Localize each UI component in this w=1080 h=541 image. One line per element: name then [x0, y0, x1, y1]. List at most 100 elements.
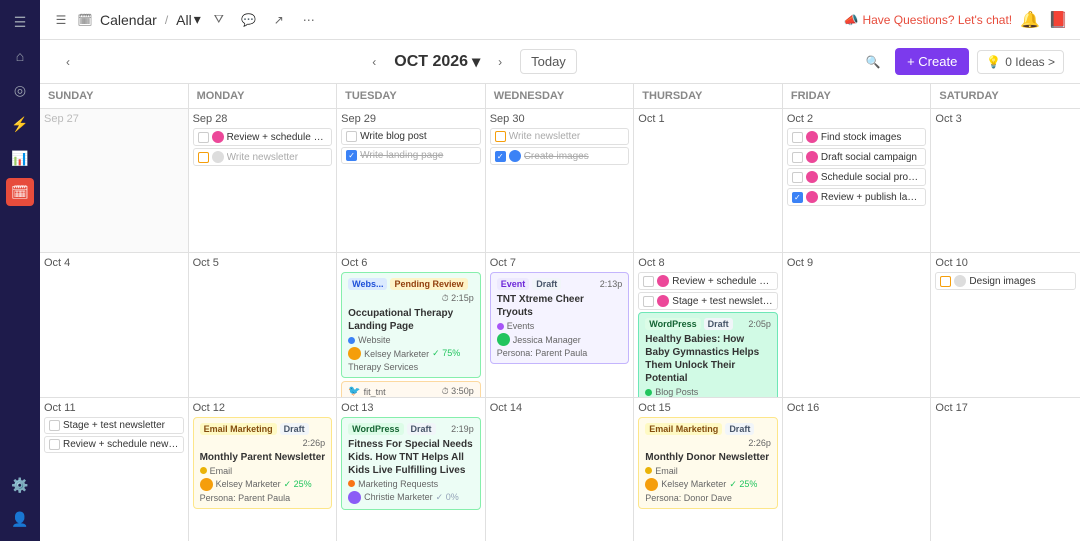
month-label[interactable]: OCT 2026 ▾: [394, 52, 480, 72]
sub-nav-right: 🔍 + Create 💡 0 Ideas >: [859, 48, 1064, 76]
task-create-images-sep30[interactable]: ✓ Create images: [490, 147, 630, 165]
assignee-name: Kelsey Marketer: [364, 349, 429, 359]
checkbox[interactable]: [792, 132, 803, 143]
time-badge: 2:05p: [748, 319, 771, 329]
day-num: Oct 8: [638, 257, 778, 269]
card-occupational-therapy[interactable]: Webs... Pending Review ⏱ 2:15p Occupatio…: [341, 272, 481, 378]
checkbox[interactable]: [198, 152, 209, 163]
card-tnt-cheer[interactable]: Event Draft 2:13p TNT Xtreme Cheer Tryou…: [490, 272, 630, 364]
grid-icon[interactable]: 📕: [1048, 10, 1068, 30]
card-fitness-special-needs[interactable]: WordPress Draft 2:19p Fitness For Specia…: [341, 417, 481, 510]
today-button[interactable]: Today: [520, 49, 577, 74]
day-oct3: Oct 3: [931, 109, 1080, 252]
draft-badge: Draft: [407, 423, 436, 435]
email-mkt-badge: Email Marketing: [200, 423, 277, 435]
card-persona: Persona: Parent Paula: [497, 348, 623, 358]
share-icon[interactable]: ↗: [267, 8, 291, 32]
checkbox[interactable]: [792, 172, 803, 183]
card-monthly-donor-newsletter[interactable]: Email Marketing Draft 2:26p Monthly Dono…: [638, 417, 778, 509]
task-label: Draft social campaign: [821, 152, 922, 163]
ideas-button[interactable]: 💡 0 Ideas >: [977, 50, 1064, 74]
card-title: Healthy Babies: How Baby Gymnastics Help…: [645, 333, 771, 385]
checkbox[interactable]: [49, 439, 60, 450]
task-label: Find stock images: [821, 132, 922, 143]
day-num: Oct 12: [193, 402, 333, 414]
assignee-name: Christie Marketer: [364, 492, 433, 502]
sidebar-icon-home[interactable]: ⌂: [6, 42, 34, 70]
checkbox[interactable]: [792, 152, 803, 163]
day-num: Oct 9: [787, 257, 927, 269]
task-review-newsletter-oct8[interactable]: Review + schedule newslet ter: [638, 272, 778, 290]
card-header: Event Draft 2:13p: [497, 278, 623, 290]
have-questions-link[interactable]: 📣 Have Questions? Let's chat!: [843, 13, 1012, 27]
assignee-name: Kelsey Marketer: [216, 479, 281, 489]
task-write-blog[interactable]: Write blog post: [341, 128, 481, 145]
sidebar-icon-circle[interactable]: ◎: [6, 76, 34, 104]
avatar: [200, 478, 213, 491]
channel-name: Marketing Requests: [358, 479, 438, 489]
checkbox[interactable]: ✓: [495, 151, 506, 162]
sidebar-icon-lightning[interactable]: ⚡: [6, 110, 34, 138]
event-badge: Event: [497, 278, 530, 290]
day-oct16: Oct 16: [783, 398, 932, 541]
card-persona: Persona: Parent Paula: [200, 493, 326, 503]
channel-name: Blog Posts: [655, 387, 698, 396]
channel-dot: [200, 467, 207, 474]
sidebar-icon-settings[interactable]: ⚙️: [6, 471, 34, 499]
task-write-newsletter-sep28[interactable]: Write newsletter: [193, 148, 333, 166]
card-flt-tweet[interactable]: 🐦 fit_tnt ⏱ 3:50p A child's occupation i…: [341, 381, 481, 396]
card-monthly-parent-newsletter[interactable]: Email Marketing Draft 2:26p Monthly Pare…: [193, 417, 333, 509]
checkbox[interactable]: [643, 296, 654, 307]
more-icon[interactable]: ⋯: [297, 8, 321, 32]
card-meta-avatar: Jessica Manager: [497, 333, 623, 346]
hamburger-icon[interactable]: ☰: [52, 11, 70, 29]
nav-view-label: All: [176, 12, 192, 28]
sidebar-icon-calendar[interactable]: 🗓: [6, 178, 34, 206]
day-num: Oct 10: [935, 257, 1076, 269]
task-write-newsletter-sep30[interactable]: Write newsletter: [490, 128, 630, 145]
avatar: [954, 275, 966, 287]
checkbox[interactable]: [49, 420, 60, 431]
task-schedule-social[interactable]: Schedule social promotion: [787, 168, 927, 186]
calendar-icon[interactable]: 🗓: [76, 11, 94, 29]
task-review-blog[interactable]: Review + schedule blog po st: [193, 128, 333, 146]
task-design-images-oct10[interactable]: Design images: [935, 272, 1076, 290]
day-num: Oct 5: [193, 257, 333, 269]
next-btn[interactable]: ›: [488, 50, 512, 74]
sidebar-icon-chart[interactable]: 📊: [6, 144, 34, 172]
task-review-publish-landing[interactable]: ✓ Review + publish landing p age: [787, 188, 927, 206]
task-write-landing[interactable]: ✓ Write landing page: [341, 147, 481, 164]
day-num: Sep 27: [44, 113, 184, 125]
task-review-schedule-oct11[interactable]: Review + schedule newslet ter: [44, 436, 184, 453]
task-find-stock[interactable]: Find stock images: [787, 128, 927, 146]
draft-badge: Draft: [725, 423, 754, 435]
search-button[interactable]: 🔍: [859, 48, 887, 76]
checkbox[interactable]: [940, 276, 951, 287]
avatar: [348, 491, 361, 504]
checkbox[interactable]: [643, 276, 654, 287]
task-stage-test-oct8[interactable]: Stage + test newsletter: [638, 292, 778, 310]
app-layout: ☰ ⌂ ◎ ⚡ 📊 🗓 ⚙️ 👤 ☰ 🗓 Calendar / All ▾ ⛛ …: [0, 0, 1080, 541]
card-healthy-babies[interactable]: WordPress Draft 2:05p Healthy Babies: Ho…: [638, 312, 778, 396]
megaphone-icon: 📣: [843, 13, 858, 27]
nav-view-selector[interactable]: All ▾: [176, 11, 201, 28]
checkbox[interactable]: ✓: [346, 150, 357, 161]
prev-month-btn[interactable]: ‹: [56, 50, 80, 74]
prev-btn[interactable]: ‹: [362, 50, 386, 74]
day-num: Sep 30: [490, 113, 630, 125]
sidebar-icon-menu[interactable]: ☰: [6, 8, 34, 36]
sidebar-icon-user[interactable]: 👤: [6, 505, 34, 533]
header-monday: MONDAY: [189, 84, 338, 108]
create-button[interactable]: + Create: [895, 48, 969, 75]
day-num: Oct 6: [341, 257, 481, 269]
website-badge: Webs...: [348, 278, 387, 290]
checkbox[interactable]: [495, 131, 506, 142]
comment-icon[interactable]: 💬: [237, 8, 261, 32]
task-draft-social[interactable]: Draft social campaign: [787, 148, 927, 166]
checkbox[interactable]: [198, 132, 209, 143]
bell-icon[interactable]: 🔔: [1020, 10, 1040, 30]
filter-icon[interactable]: ⛛: [207, 8, 231, 32]
task-stage-test-oct11[interactable]: Stage + test newsletter: [44, 417, 184, 434]
checkbox[interactable]: [346, 131, 357, 142]
checkbox[interactable]: ✓: [792, 192, 803, 203]
